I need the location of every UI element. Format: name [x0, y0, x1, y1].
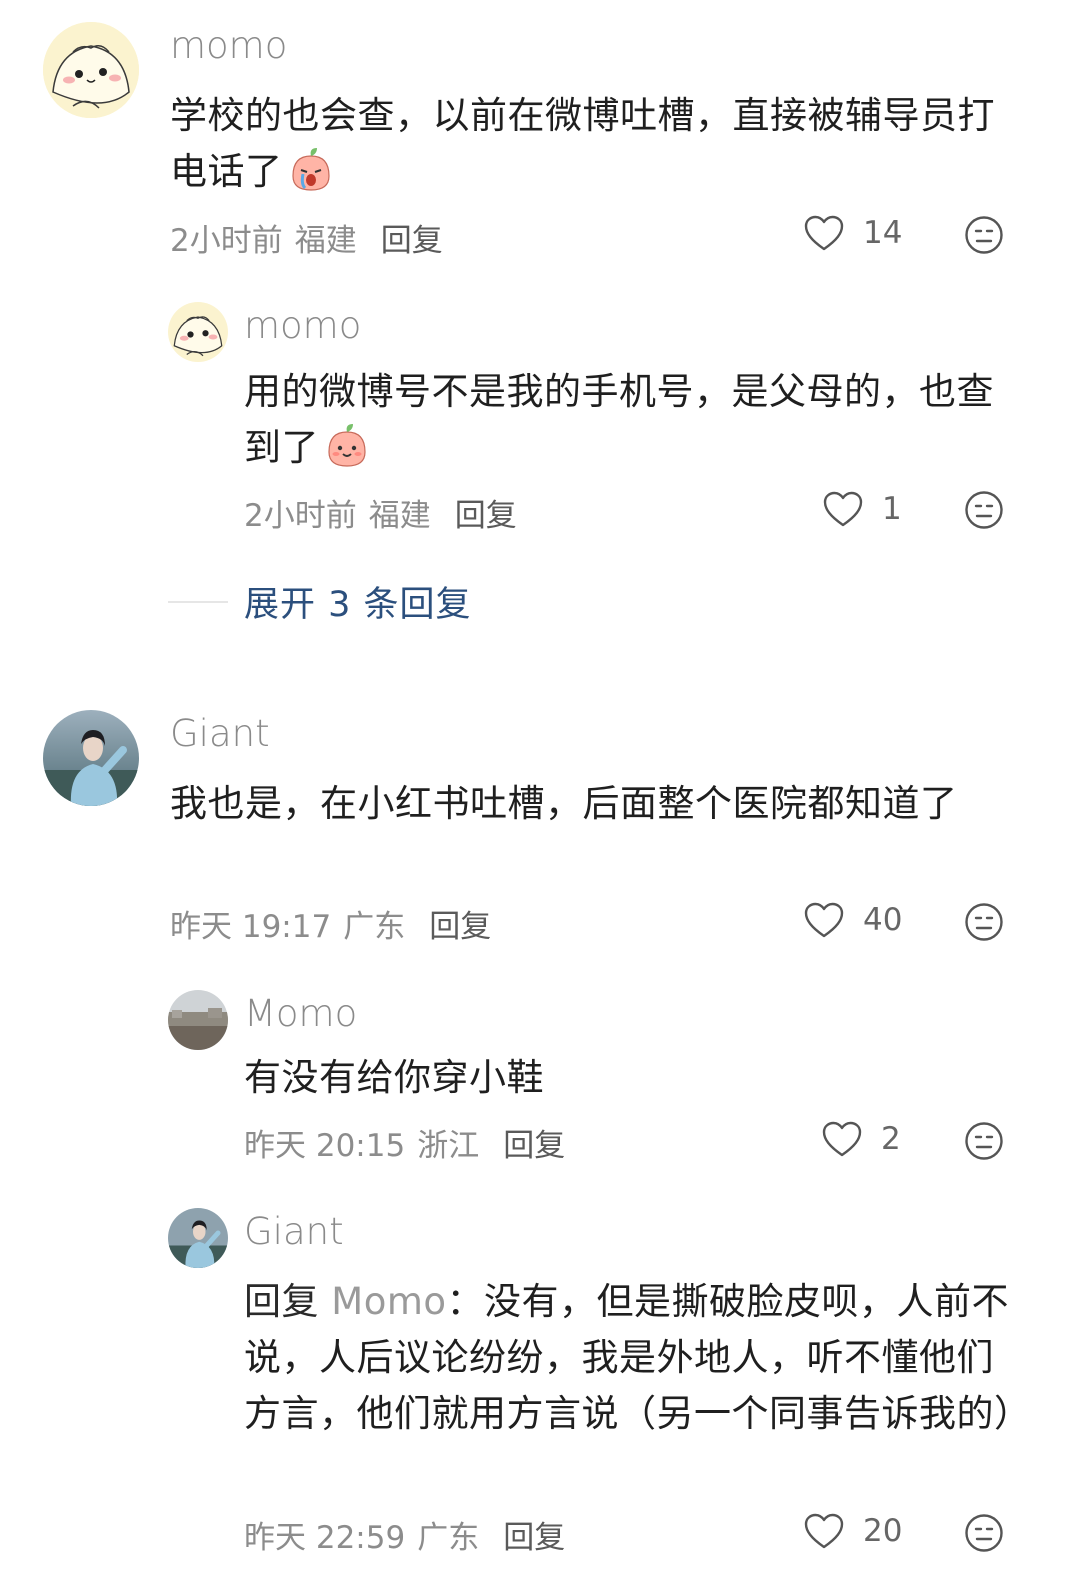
like-button[interactable]: 14	[803, 214, 902, 252]
location: 广东	[417, 1520, 480, 1556]
like-count: 1	[882, 491, 902, 527]
timestamp: 昨天 20:15	[244, 1128, 406, 1164]
crying-peach-emoji-icon	[287, 146, 335, 194]
like-button[interactable]: 20	[803, 1512, 902, 1550]
location: 浙江	[417, 1128, 480, 1164]
cartoon-dumpling-avatar-icon	[43, 22, 139, 118]
comment-text: 我也是，在小红书吐槽，后面整个医院都知道了	[170, 782, 958, 825]
dislike-face-icon[interactable]	[964, 490, 1004, 530]
dislike-face-icon[interactable]	[964, 902, 1004, 942]
heart-icon	[804, 215, 844, 251]
comment-meta: 昨天 19:17 广东 回复	[170, 901, 491, 946]
reply-meta: 昨天 22:59 广东 回复	[244, 1512, 565, 1557]
reply-text: 回复 Momo：没有，但是撕破脸皮呗，人前不说，人后议论纷纷，我是外地人，听不懂…	[244, 1280, 1032, 1435]
smiling-peach-emoji-icon	[323, 422, 371, 470]
landscape-photo-avatar-icon	[168, 990, 228, 1050]
like-count: 40	[863, 902, 903, 938]
avatar[interactable]	[43, 22, 139, 118]
comment-author-name[interactable]: momo	[170, 24, 287, 67]
dislike-face-icon[interactable]	[964, 1121, 1004, 1161]
timestamp: 2小时前	[170, 223, 283, 259]
reply-button[interactable]: 回复	[455, 498, 517, 534]
expand-replies-button[interactable]: 展开 3 条回复	[168, 576, 472, 627]
cartoon-dumpling-avatar-icon	[168, 302, 228, 362]
timestamp: 2小时前	[244, 498, 357, 534]
expand-replies-label: 展开 3 条回复	[244, 585, 472, 625]
woman-photo-avatar-icon	[168, 1208, 228, 1268]
comment-author-name[interactable]: Giant	[170, 712, 270, 755]
reply-meta: 2小时前 福建 回复	[244, 490, 517, 535]
location: 福建	[368, 498, 431, 534]
heart-icon	[804, 1513, 844, 1549]
heart-icon	[804, 902, 844, 938]
reply-prefix: 回复	[244, 1280, 319, 1323]
avatar[interactable]	[43, 710, 139, 806]
location: 广东	[343, 909, 406, 945]
like-count: 20	[863, 1513, 903, 1549]
like-count: 2	[881, 1121, 901, 1157]
timestamp: 昨天 22:59	[244, 1520, 406, 1556]
reply-button[interactable]: 回复	[503, 1128, 565, 1164]
like-button[interactable]: 2	[821, 1120, 901, 1158]
woman-photo-avatar-icon	[43, 710, 139, 806]
divider	[168, 600, 228, 603]
avatar[interactable]	[168, 1208, 228, 1268]
reply-button[interactable]: 回复	[381, 223, 443, 259]
reply-text: 用的微博号不是我的手机号，是父母的，也查到了	[244, 370, 994, 470]
location: 福建	[294, 223, 357, 259]
reply-author-name[interactable]: momo	[244, 304, 361, 347]
comment-text: 学校的也会查，以前在微博吐槽，直接被辅导员打电话了	[170, 94, 995, 194]
reply-author-name[interactable]: Giant	[244, 1210, 344, 1253]
timestamp: 昨天 19:17	[170, 909, 332, 945]
avatar[interactable]	[168, 302, 228, 362]
avatar[interactable]	[168, 990, 228, 1050]
reply-meta: 昨天 20:15 浙江 回复	[244, 1120, 565, 1165]
dislike-face-icon[interactable]	[964, 1513, 1004, 1553]
like-button[interactable]: 1	[822, 490, 902, 528]
reply-author-name[interactable]: Momo	[244, 992, 357, 1035]
heart-icon	[822, 1121, 862, 1157]
mention-link[interactable]: Momo	[331, 1280, 446, 1323]
heart-icon	[823, 491, 863, 527]
reply-text: 有没有给你穿小鞋	[244, 1056, 544, 1099]
comment-meta: 2小时前 福建 回复	[170, 215, 443, 260]
like-count: 14	[863, 215, 903, 251]
dislike-face-icon[interactable]	[964, 215, 1004, 255]
reply-button[interactable]: 回复	[429, 909, 491, 945]
like-button[interactable]: 40	[803, 901, 902, 939]
reply-button[interactable]: 回复	[503, 1520, 565, 1556]
